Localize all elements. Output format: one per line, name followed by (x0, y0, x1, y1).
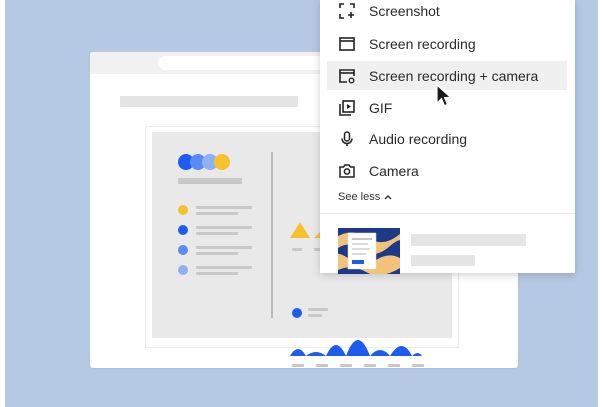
panel-divider (271, 152, 273, 318)
screen-recording-icon (338, 35, 356, 53)
list-item (196, 212, 238, 215)
tick-mark (340, 364, 352, 367)
thumbnail-title-placeholder (411, 234, 526, 246)
list-item (196, 266, 252, 269)
wave-graphic (290, 340, 422, 356)
page-heading-placeholder (120, 96, 298, 107)
screen-camera-icon (338, 67, 356, 85)
see-less-toggle[interactable]: See less (338, 191, 392, 203)
menu-item-screen-recording[interactable]: Screen recording (327, 29, 567, 58)
legend-line (308, 308, 328, 311)
list-bullet (178, 225, 188, 235)
menu-item-label: GIF (369, 99, 393, 116)
recent-capture-thumbnail[interactable] (338, 228, 400, 274)
chevron-up-icon (384, 195, 392, 200)
legend-dot (292, 308, 302, 318)
list-bullet (178, 205, 188, 215)
menu-item-label: Screen recording + camera (369, 67, 539, 84)
menu-separator (320, 213, 575, 214)
gif-icon (338, 99, 356, 117)
see-less-label: See less (338, 191, 381, 203)
mouse-cursor-icon (436, 84, 452, 107)
microphone-icon (338, 130, 356, 148)
list-item (196, 206, 252, 209)
list-item (196, 252, 238, 255)
name-placeholder (178, 178, 242, 184)
menu-item-camera[interactable]: Camera (327, 156, 567, 185)
thumbnail-meta-placeholder (411, 255, 475, 266)
list-bullet (178, 265, 188, 275)
menu-item-label: Audio recording (369, 130, 468, 147)
list-item (196, 272, 238, 275)
tick-mark (388, 364, 400, 367)
list-bullet (178, 245, 188, 255)
tick-mark (316, 364, 328, 367)
avatar (214, 154, 230, 170)
screenshot-icon (338, 2, 356, 20)
menu-item-label: Screen recording (369, 35, 476, 52)
thumbnail-preview-image (338, 228, 400, 274)
menu-item-screenshot[interactable]: Screenshot (327, 0, 567, 25)
camera-icon (338, 162, 356, 180)
menu-item-label: Camera (369, 162, 419, 179)
tick-mark (412, 364, 424, 367)
list-item (196, 232, 238, 235)
menu-item-label: Screenshot (369, 2, 440, 19)
tick-mark (292, 248, 302, 251)
legend-line (308, 314, 322, 317)
list-item (196, 226, 252, 229)
tick-mark (364, 364, 376, 367)
tick-mark (292, 364, 304, 367)
list-item (196, 246, 252, 249)
menu-item-audio-recording[interactable]: Audio recording (327, 124, 567, 153)
